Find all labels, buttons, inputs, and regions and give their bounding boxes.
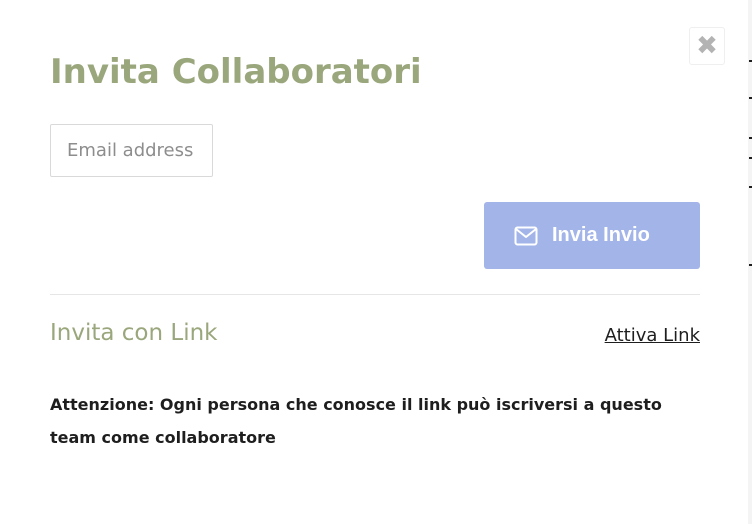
invite-collaborators-modal: ✖ Invita Collaboratori Invia Invio Invit… — [0, 0, 748, 524]
send-invite-button[interactable]: Invia Invio — [484, 202, 700, 269]
page-right-edge — [748, 0, 752, 524]
link-warning-text: Attenzione: Ogni persona che conosce il … — [50, 395, 662, 447]
email-input[interactable] — [50, 124, 213, 177]
send-invite-label: Invia Invio — [552, 224, 650, 246]
close-icon: ✖ — [696, 31, 718, 61]
close-button[interactable]: ✖ — [689, 27, 725, 65]
divider — [50, 294, 700, 295]
modal-title: Invita Collaboratori — [50, 52, 422, 92]
invite-link-heading: Invita con Link — [50, 320, 218, 346]
activate-link[interactable]: Attiva Link — [605, 325, 700, 346]
envelope-icon — [514, 226, 538, 246]
